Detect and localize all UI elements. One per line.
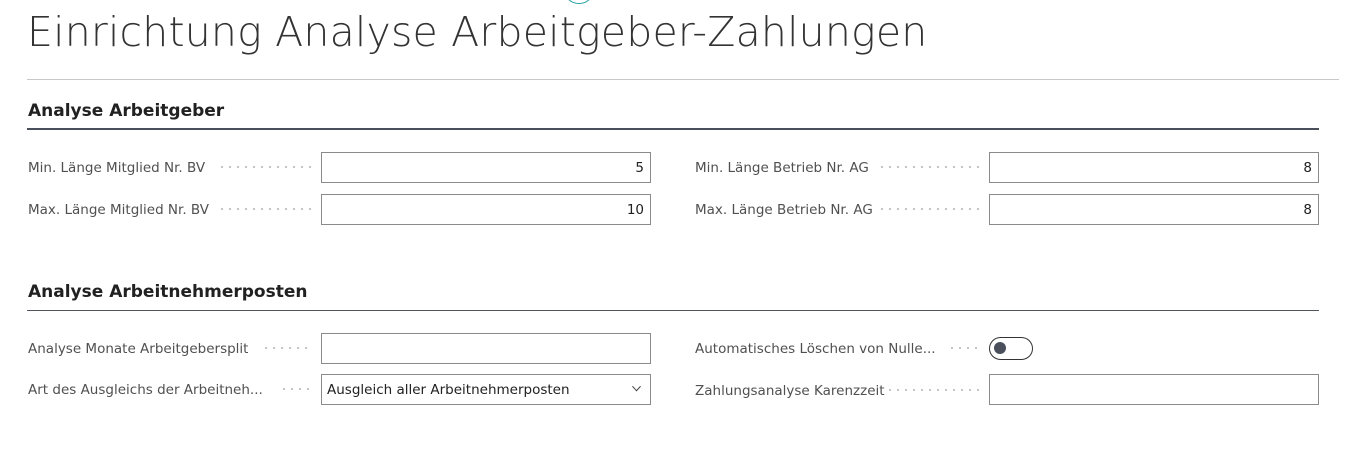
section-header-analyse-arbeitnehmerposten: Analyse Arbeitnehmerposten — [28, 282, 308, 302]
select-value: Ausgleich aller Arbeitnehmerposten — [327, 381, 570, 398]
analyse-monate-input[interactable] — [321, 333, 651, 364]
field-row-min-laenge-mitglied: Min. Länge Mitglied Nr. BV — [28, 152, 218, 184]
field-label: Min. Länge Mitglied Nr. BV — [28, 160, 206, 176]
section-header-analyse-arbeitgeber: Analyse Arbeitgeber — [28, 101, 225, 121]
toggle-knob — [994, 342, 1006, 354]
field-row-art-des-ausgleichs: Art des Ausgleichs der Arbeitneh... — [28, 374, 268, 406]
field-row-zahlungsanalyse-karenzzeit: Zahlungsanalyse Karenzzeit — [695, 375, 885, 407]
leader-dots — [878, 166, 980, 168]
field-label: Zahlungsanalyse Karenzzeit — [695, 383, 885, 399]
leader-dots — [886, 389, 980, 391]
art-des-ausgleichs-select[interactable]: Ausgleich aller Arbeitnehmerposten — [321, 374, 651, 405]
zahlungsanalyse-karenzzeit-input[interactable] — [989, 374, 1319, 405]
field-label: Analyse Monate Arbeitgebersplit — [28, 341, 249, 357]
max-laenge-betrieb-input[interactable]: 8 — [989, 194, 1319, 225]
chevron-down-icon — [632, 385, 641, 392]
leader-dots — [218, 166, 312, 168]
section-divider — [27, 128, 1319, 130]
title-divider — [27, 79, 1339, 80]
leader-dots — [218, 208, 312, 210]
top-indicator-ring — [563, 0, 595, 4]
min-laenge-betrieb-input[interactable]: 8 — [989, 152, 1319, 183]
leader-dots — [948, 347, 980, 349]
field-row-automatisches-loeschen: Automatisches Löschen von Nulle... — [695, 333, 945, 365]
max-laenge-mitglied-input[interactable]: 10 — [321, 194, 651, 225]
field-label: Automatisches Löschen von Nulle... — [695, 341, 936, 357]
field-row-min-laenge-betrieb: Min. Länge Betrieb Nr. AG — [695, 152, 875, 184]
field-row-max-laenge-betrieb: Max. Länge Betrieb Nr. AG — [695, 194, 875, 226]
automatisches-loeschen-toggle[interactable] — [989, 337, 1033, 360]
leader-dots — [878, 208, 980, 210]
min-laenge-mitglied-input[interactable]: 5 — [321, 152, 651, 183]
field-label: Min. Länge Betrieb Nr. AG — [695, 160, 869, 176]
field-row-max-laenge-mitglied: Max. Länge Mitglied Nr. BV — [28, 194, 218, 226]
page-title: Einrichtung Analyse Arbeitgeber-Zahlunge… — [27, 8, 928, 56]
field-row-analyse-monate: Analyse Monate Arbeitgebersplit — [28, 333, 260, 365]
leader-dots — [280, 388, 312, 390]
section-divider — [27, 310, 1319, 311]
leader-dots — [262, 347, 312, 349]
field-label: Max. Länge Mitglied Nr. BV — [28, 202, 210, 218]
field-label: Art des Ausgleichs der Arbeitneh... — [28, 382, 263, 398]
field-label: Max. Länge Betrieb Nr. AG — [695, 202, 873, 218]
